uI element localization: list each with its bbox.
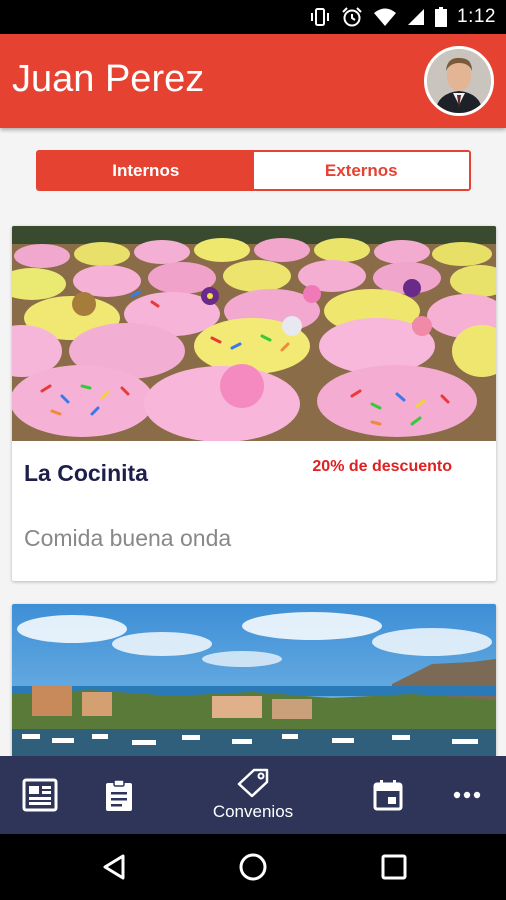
card-description: Comida buena onda bbox=[24, 525, 232, 551]
back-icon bbox=[103, 854, 125, 880]
back-button[interactable] bbox=[74, 834, 154, 900]
signal-icon bbox=[408, 9, 425, 25]
tab-switcher: Internos Externos bbox=[36, 150, 471, 191]
battery-icon bbox=[435, 7, 448, 27]
nav-more[interactable] bbox=[442, 756, 492, 834]
clipboard-icon bbox=[106, 779, 132, 811]
more-icon bbox=[453, 791, 481, 799]
nav-calendar[interactable] bbox=[362, 756, 414, 834]
recents-button[interactable] bbox=[354, 834, 434, 900]
home-icon bbox=[239, 853, 267, 881]
tag-icon bbox=[237, 768, 269, 798]
card-title: La Cocinita bbox=[24, 460, 148, 486]
nav-clipboard[interactable] bbox=[94, 756, 144, 834]
status-time: 1:12 bbox=[457, 6, 496, 27]
app-header: Juan Perez bbox=[0, 34, 506, 128]
vibrate-icon bbox=[311, 8, 330, 26]
newspaper-icon bbox=[22, 778, 58, 812]
home-button[interactable] bbox=[213, 834, 293, 900]
cupcakes-photo bbox=[12, 226, 496, 441]
avatar[interactable] bbox=[424, 46, 494, 116]
benefit-card[interactable]: La Cocinita 20% de descuento Comida buen… bbox=[12, 226, 496, 581]
status-bar: 1:12 bbox=[0, 0, 506, 34]
calendar-icon bbox=[373, 780, 403, 811]
tab-externos[interactable]: Externos bbox=[253, 152, 469, 189]
wifi-icon bbox=[374, 8, 397, 26]
page-title: Juan Perez bbox=[12, 58, 205, 100]
nav-news[interactable] bbox=[14, 756, 66, 834]
nav-label-convenios: Convenios bbox=[212, 802, 294, 821]
recents-icon bbox=[381, 854, 407, 880]
alarm-icon bbox=[342, 7, 362, 27]
discount-badge: 20% de descuento bbox=[312, 458, 452, 475]
tab-internos[interactable]: Internos bbox=[38, 152, 254, 189]
nav-convenios[interactable]: Convenios bbox=[193, 756, 313, 834]
bottom-nav: Convenios bbox=[0, 756, 506, 834]
system-nav-bar bbox=[0, 834, 506, 900]
